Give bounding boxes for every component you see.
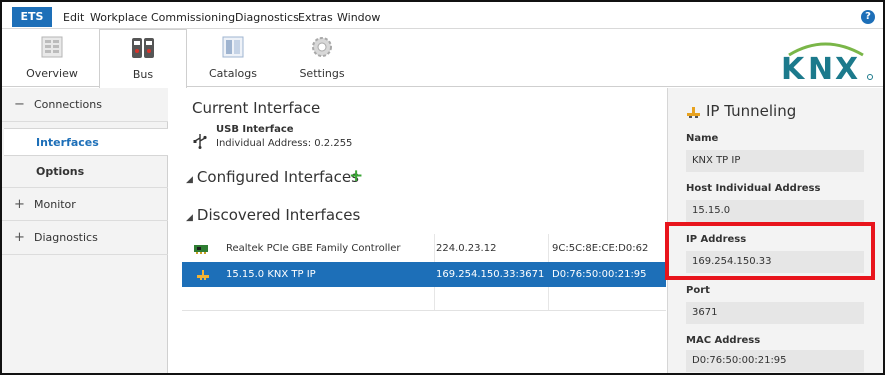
help-icon[interactable]: ? xyxy=(861,10,875,24)
expand-triangle-icon: ◢ xyxy=(186,175,193,185)
usb-interface-name: USB Interface xyxy=(216,124,294,135)
menu-commissioning[interactable]: Commissioning xyxy=(151,11,235,24)
nav-interfaces[interactable]: Interfaces xyxy=(4,128,168,156)
overview-label: Overview xyxy=(26,67,78,80)
menu-workplace[interactable]: Workplace xyxy=(90,11,147,24)
overview-button[interactable]: Overview xyxy=(16,29,88,87)
settings-label: Settings xyxy=(299,67,345,80)
row-name: Realtek PCIe GBE Family Controller xyxy=(226,243,401,254)
mac-address-field[interactable]: D0:76:50:00:21:95 xyxy=(686,350,864,372)
knx-logo: K N X xyxy=(781,42,873,83)
discovered-interfaces-header[interactable]: ◢ Discovered Interfaces xyxy=(186,206,360,224)
ets-app-tab[interactable]: ETS xyxy=(12,7,52,27)
port-field[interactable]: 3671 xyxy=(686,302,864,324)
discovered-interfaces-title: Discovered Interfaces xyxy=(196,206,361,224)
svg-text:K: K xyxy=(781,52,806,83)
nav-connections-label: Connections xyxy=(34,98,102,111)
row-name: 15.15.0 KNX TP IP xyxy=(226,269,316,280)
menu-bar: ETS Edit Workplace Commissioning Diagnos… xyxy=(2,2,883,29)
row-ip: 169.254.150.33:3671 xyxy=(436,269,545,280)
bus-icon xyxy=(132,38,154,58)
nav-monitor[interactable]: + Monitor xyxy=(2,187,168,221)
ip-tunnel-icon xyxy=(687,107,700,118)
overview-icon xyxy=(41,36,63,58)
left-navigation: − Connections Interfaces Options + Monit… xyxy=(2,88,168,373)
nav-connections[interactable]: − Connections xyxy=(2,88,168,122)
interfaces-main: Current Interface USB Interface Individu… xyxy=(168,88,667,373)
svg-text:N: N xyxy=(808,52,833,83)
bus-label: Bus xyxy=(132,68,154,81)
usb-icon xyxy=(193,134,207,149)
row-mac: 9C:5C:8E:CE:D0:62 xyxy=(552,243,649,254)
ip-address-highlight-box xyxy=(665,222,875,280)
nav-options[interactable]: Options xyxy=(4,158,168,184)
configured-interfaces-title: Configured Interfaces xyxy=(196,168,359,186)
svg-text:X: X xyxy=(835,52,858,83)
configured-interfaces-header[interactable]: ◢ Configured Interfaces xyxy=(186,168,359,186)
mac-address-label: MAC Address xyxy=(686,335,761,346)
name-label: Name xyxy=(686,133,719,144)
ip-tunneling-title: IP Tunneling xyxy=(706,102,797,120)
host-address-field[interactable]: 15.15.0 xyxy=(686,200,864,222)
catalogs-label: Catalogs xyxy=(209,67,257,80)
catalogs-button[interactable]: Catalogs xyxy=(202,29,264,87)
menu-edit[interactable]: Edit xyxy=(63,11,84,24)
port-label: Port xyxy=(686,285,710,296)
menu-window[interactable]: Window xyxy=(337,11,380,24)
host-address-label: Host Individual Address xyxy=(686,183,821,194)
nav-diagnostics-label: Diagnostics xyxy=(34,231,98,244)
ribbon: Overview Bus Catalogs Settings K N X xyxy=(2,29,883,89)
bus-button[interactable]: Bus xyxy=(99,29,187,89)
menu-extras[interactable]: Extras xyxy=(298,11,333,24)
nav-interfaces-label: Interfaces xyxy=(36,136,99,149)
discovered-row-knx-tp-ip[interactable]: 15.15.0 KNX TP IP 169.254.150.33:3671 D0… xyxy=(182,262,666,287)
catalogs-icon xyxy=(222,36,244,58)
expand-triangle-icon: ◢ xyxy=(186,213,193,223)
expand-icon: + xyxy=(14,230,25,245)
nav-diagnostics[interactable]: + Diagnostics xyxy=(2,221,168,255)
expand-icon: + xyxy=(14,197,25,212)
discovered-row-realtek[interactable]: Realtek PCIe GBE Family Controller 224.0… xyxy=(182,236,666,261)
collapse-icon: − xyxy=(14,97,25,112)
nav-options-label: Options xyxy=(36,165,85,178)
name-field[interactable]: KNX TP IP xyxy=(686,150,864,172)
row-separator xyxy=(182,310,666,311)
row-ip: 224.0.23.12 xyxy=(436,243,497,254)
nav-monitor-label: Monitor xyxy=(34,198,76,211)
add-interface-icon[interactable]: + xyxy=(349,166,363,186)
ip-tunnel-icon xyxy=(197,270,209,280)
settings-button[interactable]: Settings xyxy=(292,29,352,87)
gear-icon xyxy=(312,37,332,57)
network-card-icon xyxy=(194,245,208,254)
menu-diagnostics[interactable]: Diagnostics xyxy=(235,11,299,24)
usb-interface-address: Individual Address: 0.2.255 xyxy=(216,138,353,149)
current-interface-title: Current Interface xyxy=(192,99,321,117)
row-mac: D0:76:50:00:21:95 xyxy=(552,269,647,280)
